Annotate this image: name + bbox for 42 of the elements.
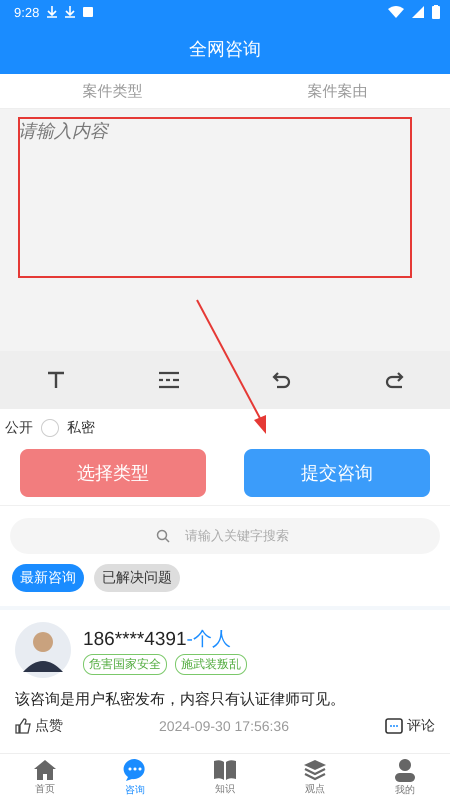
like-button[interactable]: 点赞 bbox=[15, 717, 63, 735]
nav-tab[interactable]: 咨询 bbox=[90, 754, 180, 800]
user-icon bbox=[393, 758, 417, 782]
content-input-field[interactable]: 请输入内容 bbox=[0, 109, 450, 351]
thumbs-up-icon bbox=[15, 718, 31, 734]
chat-bubble-icon bbox=[123, 758, 147, 782]
filter-chip[interactable]: 已解决问题 bbox=[94, 564, 180, 592]
private-label: 私密 bbox=[67, 419, 95, 437]
post-text: 该咨询是用户私密发布，内容只有认证律师可见。 bbox=[15, 690, 346, 709]
download-icon bbox=[65, 6, 76, 18]
download-icon bbox=[47, 6, 58, 18]
avatar bbox=[15, 622, 71, 678]
layers-icon bbox=[303, 758, 327, 780]
nav-tab[interactable]: 我的 bbox=[360, 754, 450, 800]
list-icon[interactable] bbox=[157, 369, 181, 391]
comment-button[interactable]: 评论 bbox=[385, 717, 435, 735]
undo-icon[interactable] bbox=[271, 369, 293, 391]
category-tag: 危害国家安全 bbox=[83, 654, 167, 674]
comment-icon bbox=[385, 718, 403, 734]
text-format-icon[interactable] bbox=[45, 369, 67, 391]
nav-tab[interactable]: 首页 bbox=[0, 754, 90, 800]
radio-button[interactable] bbox=[41, 419, 59, 437]
nav-tab[interactable]: 观点 bbox=[270, 754, 360, 800]
status-time: 9:28 bbox=[14, 4, 40, 20]
search-field[interactable]: 请输入关键字搜索 bbox=[10, 518, 440, 554]
redo-icon[interactable] bbox=[383, 369, 405, 391]
submit-button[interactable]: 提交咨询 bbox=[244, 449, 430, 497]
user-role: -个人 bbox=[186, 628, 231, 650]
notification-icon bbox=[83, 7, 94, 17]
signal-icon bbox=[412, 6, 424, 18]
post-time: 2024-09-30 17:56:36 bbox=[159, 718, 289, 734]
wifi-icon bbox=[388, 6, 404, 18]
book-icon bbox=[213, 758, 237, 780]
window-title: 全网咨询 bbox=[189, 38, 261, 61]
public-label: 公开 bbox=[5, 419, 33, 437]
battery-icon bbox=[432, 5, 440, 19]
category-tag: 施武装叛乱 bbox=[175, 654, 247, 674]
select-type-button[interactable]: 选择类型 bbox=[20, 449, 206, 497]
nav-tab[interactable]: 知识 bbox=[180, 754, 270, 800]
user-name: 186****4391 bbox=[83, 628, 187, 650]
filter-chip[interactable]: 最新咨询 bbox=[12, 564, 84, 592]
home-icon bbox=[33, 758, 57, 780]
